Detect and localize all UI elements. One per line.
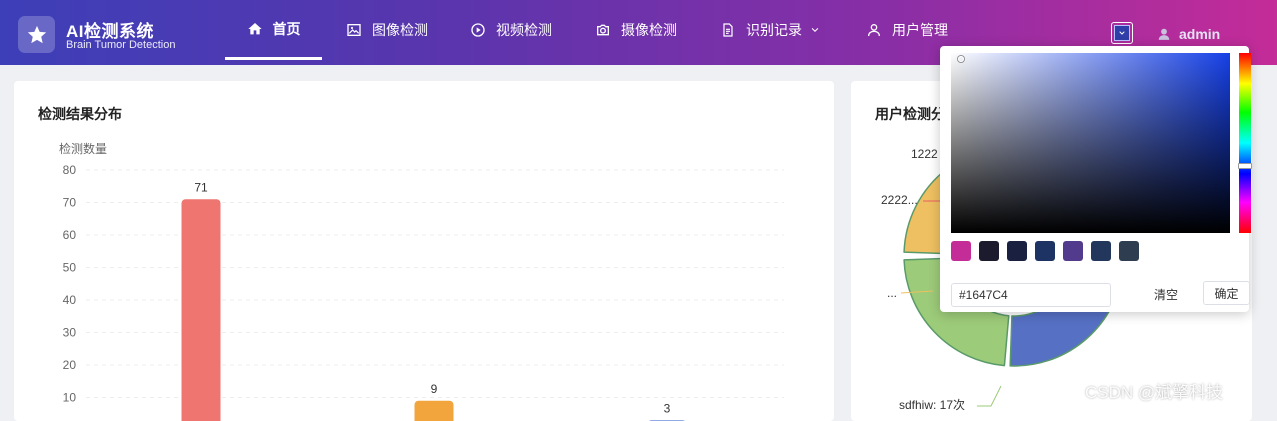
color-swatch[interactable] [951,241,971,261]
y-tick-label: 50 [63,261,77,275]
nav-video-detect[interactable]: 视频检测 [470,0,552,60]
nav-camera-detect[interactable]: 摄像检测 [595,0,677,60]
pie-label: 1222 [911,147,938,161]
hex-color-input[interactable] [951,283,1111,307]
username: admin [1179,26,1221,42]
nav-home-label: 首页 [272,20,301,37]
color-swatch[interactable] [1119,241,1139,261]
color-swatch[interactable] [1091,241,1111,261]
nav-video-detect-label: 视频检测 [496,22,552,38]
hue-slider[interactable] [1238,53,1252,233]
nav-image-detect[interactable]: 图像检测 [346,0,428,60]
user-icon [868,24,880,37]
nav-records[interactable]: 识别记录 [720,0,820,60]
bar-value-label: 9 [431,382,438,396]
clear-button[interactable]: 清空 [1154,286,1178,303]
y-tick-label: 80 [63,163,77,177]
color-swatch[interactable] [1035,241,1055,261]
y-axis-label: 检测数量 [59,141,107,156]
logo [18,16,55,53]
star-icon [27,25,46,43]
sv-cursor[interactable] [958,56,964,62]
color-swatch[interactable] [1063,241,1083,261]
hue-slider-thumb[interactable] [1238,163,1252,169]
bar-value-label: 71 [194,180,208,194]
pie-label: 2222... [881,193,918,207]
y-tick-label: 70 [63,196,77,210]
y-tick-label: 10 [63,391,77,405]
bar-chart: 检测数量 80 70 60 50 40 30 20 10 71 9 3 [59,141,784,421]
home-icon [247,22,262,34]
chevron-down-icon [811,27,819,32]
chevron-down-icon [1119,31,1125,35]
nav-image-detect-label: 图像检测 [372,22,428,38]
user-menu[interactable]: admin [1157,26,1220,42]
color-swatch[interactable] [979,241,999,261]
bar-value-label: 3 [664,401,671,415]
color-swatch[interactable] [1007,241,1027,261]
camera-icon [597,24,609,36]
brand-subtitle: Brain Tumor Detection [66,39,176,51]
y-tick-label: 20 [63,358,77,372]
document-icon [723,23,733,37]
nav-user-manage[interactable]: 用户管理 [866,0,948,60]
nav-user-manage-label: 用户管理 [892,22,948,38]
color-picker-trigger[interactable] [1111,22,1133,44]
watermark: CSDN @斌擎科技 [1085,383,1224,402]
y-tick-label: 60 [63,228,77,242]
color-picker-dropdown: 清空 确定 [940,46,1252,312]
nav-camera-detect-label: 摄像检测 [621,22,677,38]
y-tick-label: 40 [63,293,77,307]
y-tick-label: 30 [63,326,77,340]
pie-label: sdfhiw: 17次 [899,398,965,412]
image-icon [347,24,361,36]
result-distribution-card: 检测结果分布 检测数量 80 70 60 50 40 30 20 10 71 9 3 [14,81,834,421]
user-avatar-icon [1158,28,1170,40]
nav-records-label: 识别记录 [746,22,802,38]
saturation-value-panel[interactable] [951,53,1230,233]
confirm-button[interactable]: 确定 [1203,281,1250,305]
bar [181,199,221,421]
play-circle-icon [471,23,485,37]
color-preview [1114,25,1130,41]
pie-label-line [977,385,1002,407]
nav-home[interactable]: 首页 [225,0,322,60]
bar [414,400,454,421]
pie-label: ... [887,286,897,300]
